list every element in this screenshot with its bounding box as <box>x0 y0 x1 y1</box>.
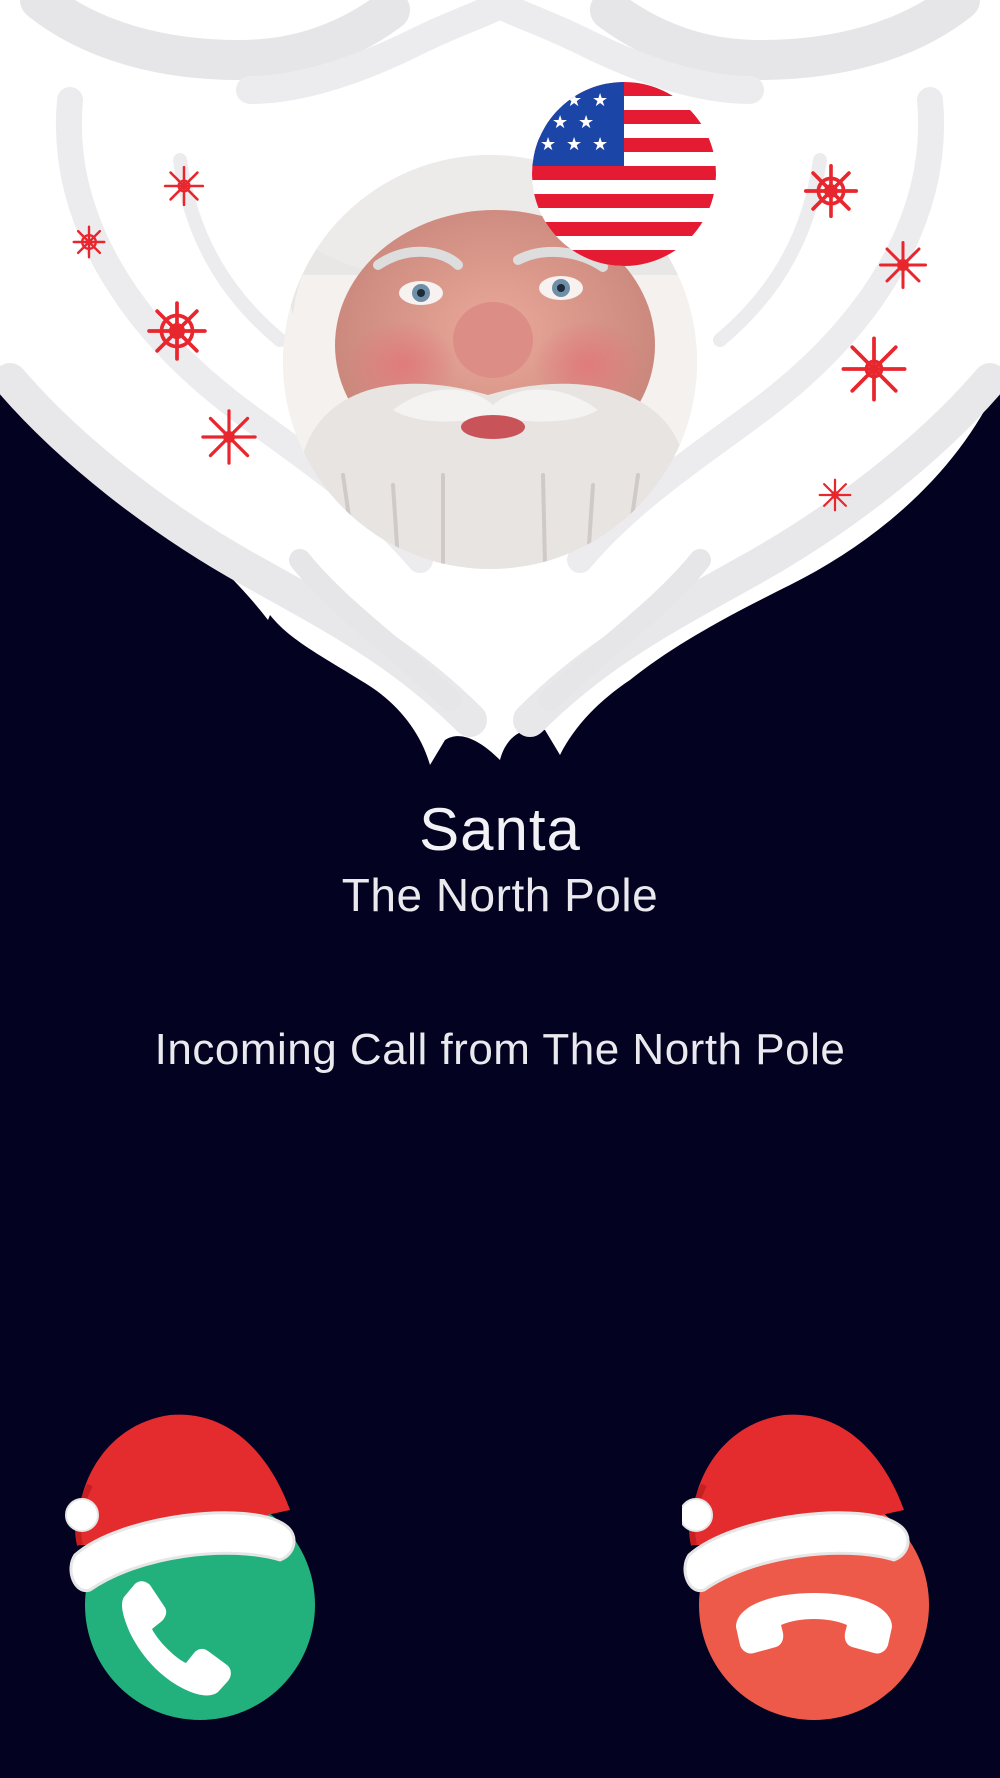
call-status-text: Incoming Call from The North Pole <box>154 1025 846 1074</box>
snowflake-icon <box>147 301 207 361</box>
snowflake-icon <box>201 409 257 465</box>
svg-text:★: ★ <box>592 90 608 111</box>
svg-text:★: ★ <box>578 112 594 133</box>
snowflake-icon <box>818 478 852 512</box>
caller-location: The North Pole <box>341 869 659 921</box>
svg-text:★: ★ <box>566 134 582 155</box>
svg-text:★: ★ <box>592 134 608 155</box>
caller-name: Santa <box>419 796 581 863</box>
decline-call-button[interactable] <box>682 1405 972 1725</box>
snowflake-icon <box>72 225 106 259</box>
svg-text:★: ★ <box>540 134 556 155</box>
snowflake-icon <box>841 336 907 402</box>
snowflake-icon <box>163 165 205 207</box>
us-flag-icon: ★★★ ★★ ★★★ <box>532 82 716 266</box>
accept-call-button[interactable] <box>60 1405 350 1725</box>
svg-text:★: ★ <box>552 112 568 133</box>
snowflake-icon <box>879 241 927 289</box>
incoming-call-screen: ★★★ ★★ ★★★ Santa The North Pole Incoming… <box>0 0 1000 1778</box>
snowflake-icon <box>803 163 859 219</box>
